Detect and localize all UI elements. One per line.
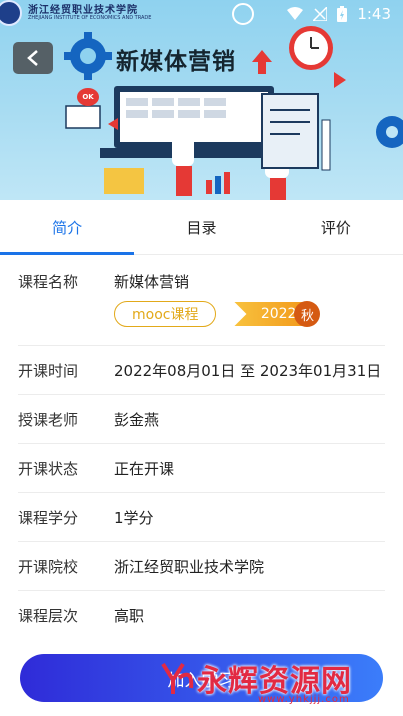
level-value: 高职	[114, 606, 145, 625]
course-banner: OK 浙江经贸职业技术学院 ZHEJIANG INSTITUTE OF ECON…	[0, 0, 403, 200]
level-label: 课程层次	[18, 606, 79, 625]
course-name-label: 课程名称	[18, 273, 79, 291]
banner-illustration	[64, 3, 403, 200]
watermark-url: www.yhkjjj.com	[258, 694, 350, 705]
tab-bar: 简介 目录 评价	[0, 200, 403, 255]
mooc-tag: mooc课程	[114, 301, 217, 327]
course-name-value: 新媒体营销	[114, 273, 190, 291]
teacher-label: 授课老师	[18, 410, 79, 429]
wifi-icon	[287, 7, 304, 20]
info-row-schedule: 开课时间 2022年08月01日 至 2023年01月31日	[18, 346, 385, 395]
course-info-list: 课程名称 新媒体营销 mooc课程 2022 秋 开课时间 2022年08月01…	[0, 255, 403, 639]
back-button[interactable]	[13, 42, 53, 74]
status-label: 开课状态	[18, 459, 79, 478]
credit-label: 课程学分	[18, 508, 79, 527]
status-value: 正在开课	[114, 459, 175, 478]
credit-value: 1学分	[114, 508, 154, 527]
season-badge: 秋	[294, 301, 321, 327]
info-row-teacher: 授课老师 彭金燕	[18, 395, 385, 444]
info-row-school: 开课院校 浙江经贸职业技术学院	[18, 542, 385, 591]
battery-charging-icon	[337, 6, 348, 22]
school-label: 开课院校	[18, 557, 79, 576]
info-row-status: 开课状态 正在开课	[18, 444, 385, 493]
status-bar: 1:43	[0, 0, 403, 28]
signal-off-icon	[313, 7, 328, 21]
status-time: 1:43	[357, 5, 391, 23]
schedule-label: 开课时间	[18, 361, 79, 380]
info-row-level: 课程层次 高职	[18, 591, 385, 639]
tab-reviews[interactable]: 评价	[269, 200, 403, 254]
course-tags: mooc课程 2022 秋	[114, 301, 321, 327]
tab-catalog[interactable]: 目录	[134, 200, 268, 254]
watermark-logo-icon	[161, 662, 194, 694]
info-row-credit: 课程学分 1学分	[18, 493, 385, 542]
banner-title: 新媒体营销	[116, 49, 236, 75]
ok-badge: OK	[77, 88, 99, 106]
semester-tag: 2022 秋	[234, 301, 321, 327]
school-value: 浙江经贸职业技术学院	[114, 557, 265, 576]
course-name-row: 课程名称 新媒体营销 mooc课程 2022 秋	[18, 255, 385, 346]
chevron-left-icon	[27, 50, 38, 66]
schedule-value: 2022年08月01日 至 2023年01月31日	[114, 361, 382, 380]
tab-intro[interactable]: 简介	[0, 200, 135, 255]
teacher-value: 彭金燕	[114, 410, 160, 429]
